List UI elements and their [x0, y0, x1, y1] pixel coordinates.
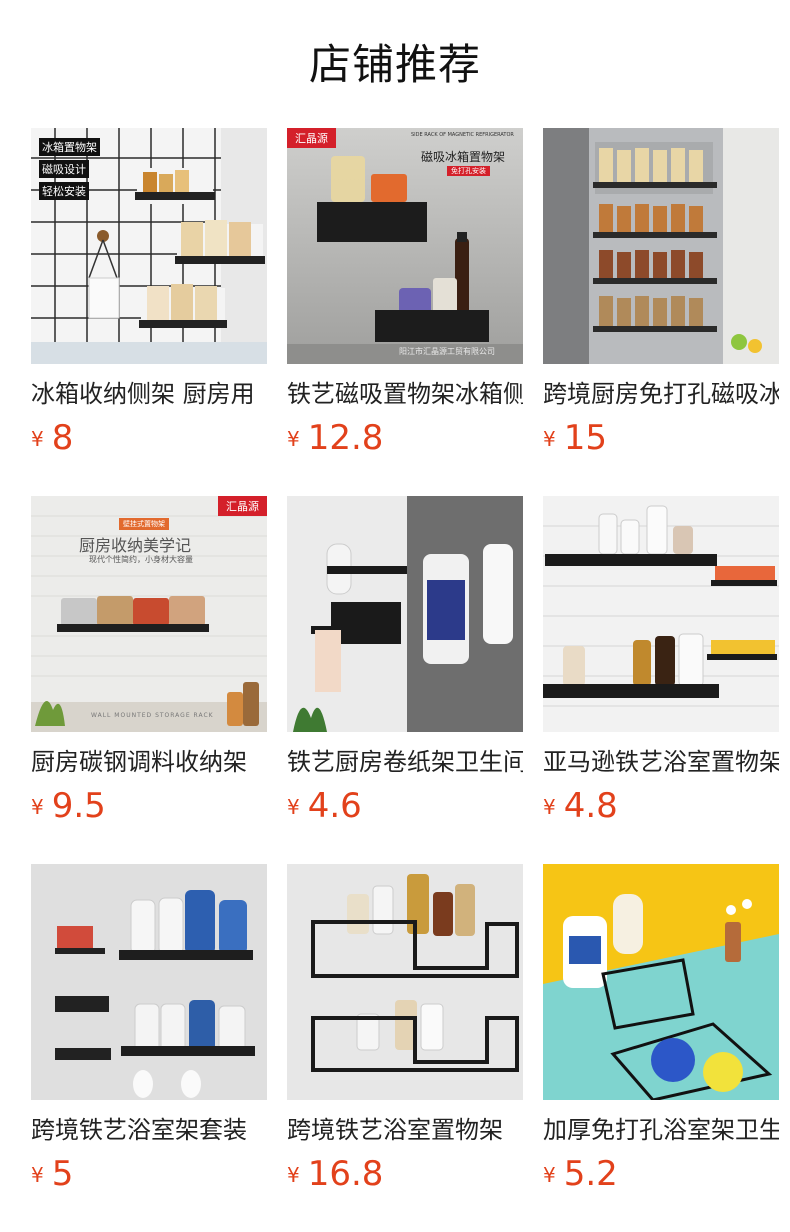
product-card[interactable]: 铁艺厨房卷纸架卫生间 ¥4.6 [287, 496, 523, 826]
product-price: ¥4.8 [543, 786, 779, 826]
product-price: ¥16.8 [287, 1154, 523, 1194]
currency-symbol: ¥ [543, 427, 556, 451]
product-price: ¥9.5 [31, 786, 267, 826]
shop-recommend-page: 店铺推荐 冰箱置物架 磁吸设计 轻松安装 冰箱收纳侧架 厨房用 ¥ 8 汇晶源 … [0, 0, 790, 1232]
product-price: ¥5 [31, 1154, 267, 1194]
currency-symbol: ¥ [543, 795, 556, 819]
product-card[interactable]: 跨境铁艺浴室架套装 ¥5 [31, 864, 267, 1194]
price-value: 8 [51, 418, 74, 458]
watermark: 阳江市汇晶源工贸有限公司 [399, 347, 495, 356]
price-value: 5 [51, 1154, 74, 1194]
price-value: 5.2 [563, 1154, 618, 1194]
currency-symbol: ¥ [31, 427, 44, 451]
product-grid: 冰箱置物架 磁吸设计 轻松安装 冰箱收纳侧架 厨房用 ¥8 汇晶源 SIDE R… [31, 128, 779, 1194]
price-value: 12.8 [307, 418, 384, 458]
image-caption: 厨房收纳美学记 [79, 536, 192, 555]
product-name[interactable]: 跨境厨房免打孔磁吸冰 [543, 379, 779, 409]
product-image[interactable]: 汇晶源 壁挂式置物架 厨房收纳美学记 现代个性简约，小身材大容量 WALL MO… [31, 496, 267, 732]
currency-symbol: ¥ [31, 1163, 44, 1187]
product-name[interactable]: 厨房碳钢调料收纳架 [31, 747, 267, 777]
image-caption: WALL MOUNTED STORAGE RACK [91, 712, 214, 719]
price-value: 4.8 [563, 786, 618, 826]
price-value: 4.6 [307, 786, 362, 826]
image-caption: 免打孔安装 [447, 166, 490, 176]
image-caption: 磁吸冰箱置物架 [421, 150, 506, 164]
product-name[interactable]: 铁艺厨房卷纸架卫生间 [287, 747, 523, 777]
product-image[interactable] [543, 128, 779, 364]
product-card[interactable]: 跨境厨房免打孔磁吸冰 ¥15 [543, 128, 779, 458]
product-name[interactable]: 亚马逊铁艺浴室置物架 [543, 747, 779, 777]
product-image[interactable] [543, 496, 779, 732]
image-caption: 磁吸设计 [39, 160, 89, 178]
product-price: ¥12.8 [287, 418, 523, 458]
currency-symbol: ¥ [287, 1163, 300, 1187]
product-price: ¥5.2 [543, 1154, 779, 1194]
brand-badge: 汇晶源 [287, 128, 336, 148]
product-card[interactable]: 跨境铁艺浴室置物架 ¥16.8 [287, 864, 523, 1194]
currency-symbol: ¥ [543, 1163, 556, 1187]
product-card[interactable]: 汇晶源 SIDE RACK OF MAGNETIC REFRIGERATOR 磁… [287, 128, 523, 458]
product-name[interactable]: 跨境铁艺浴室架套装 [31, 1115, 267, 1145]
price-value: 16.8 [307, 1154, 384, 1194]
image-caption: 现代个性简约，小身材大容量 [89, 555, 193, 564]
product-card[interactable]: 亚马逊铁艺浴室置物架 ¥4.8 [543, 496, 779, 826]
price-value: 15 [563, 418, 607, 458]
product-card[interactable]: 汇晶源 壁挂式置物架 厨房收纳美学记 现代个性简约，小身材大容量 WALL MO… [31, 496, 267, 826]
image-caption: 冰箱置物架 [39, 138, 100, 156]
brand-badge: 汇晶源 [218, 496, 267, 516]
product-name[interactable]: 冰箱收纳侧架 厨房用 [31, 379, 267, 409]
price-value: 9.5 [51, 786, 106, 826]
product-name[interactable]: 加厚免打孔浴室架卫生 [543, 1115, 779, 1145]
product-price: ¥4.6 [287, 786, 523, 826]
section-title: 店铺推荐 [308, 40, 481, 89]
product-image[interactable]: 冰箱置物架 磁吸设计 轻松安装 [31, 128, 267, 364]
image-caption: 壁挂式置物架 [119, 518, 169, 530]
product-name[interactable]: 铁艺磁吸置物架冰箱侧 [287, 379, 523, 409]
image-caption: 轻松安装 [39, 182, 89, 200]
product-card[interactable]: 加厚免打孔浴室架卫生 ¥5.2 [543, 864, 779, 1194]
product-image[interactable] [31, 864, 267, 1100]
currency-symbol: ¥ [287, 427, 300, 451]
product-image[interactable] [543, 864, 779, 1100]
product-image[interactable] [287, 864, 523, 1100]
product-price: ¥15 [543, 418, 779, 458]
image-caption: SIDE RACK OF MAGNETIC REFRIGERATOR [411, 132, 514, 138]
currency-symbol: ¥ [31, 795, 44, 819]
product-card[interactable]: 冰箱置物架 磁吸设计 轻松安装 冰箱收纳侧架 厨房用 ¥8 [31, 128, 267, 458]
product-image[interactable]: 汇晶源 SIDE RACK OF MAGNETIC REFRIGERATOR 磁… [287, 128, 523, 364]
product-price: ¥8 [31, 418, 267, 458]
currency-symbol: ¥ [287, 795, 300, 819]
product-image[interactable] [287, 496, 523, 732]
product-name[interactable]: 跨境铁艺浴室置物架 [287, 1115, 523, 1145]
